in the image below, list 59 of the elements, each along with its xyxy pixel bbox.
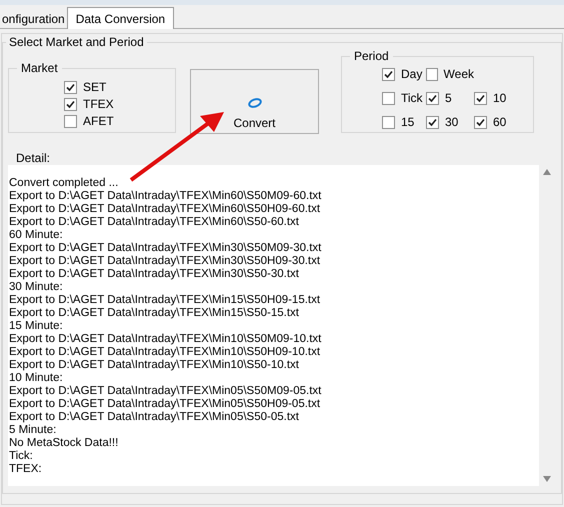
log-line: Export to D:\AGET Data\Intraday\TFEX\Min15\S50H09-15.txt	[9, 294, 320, 307]
detail-label: Detail:	[16, 151, 50, 165]
checkbox[interactable]	[474, 92, 487, 104]
checkmark-icon	[476, 94, 485, 102]
log-line: TFEX:	[9, 463, 42, 476]
checkbox-label: Tick	[401, 91, 423, 105]
checkbox-label: 15	[401, 115, 414, 129]
log-line: Export to D:\AGET Data\Intraday\TFEX\Min30\S50H09-30.txt	[9, 255, 320, 268]
checkbox-label: 10	[493, 91, 506, 105]
log-line: 15 Minute:	[9, 320, 63, 333]
checkbox[interactable]	[426, 68, 438, 80]
log-line: Export to D:\AGET Data\Intraday\TFEX\Min10\S50-10.txt	[9, 359, 299, 372]
checkbox[interactable]	[64, 98, 77, 110]
log-line: Export to D:\AGET Data\Intraday\TFEX\Min30\S50-30.txt	[9, 268, 299, 281]
log-line: 60 Minute:	[9, 229, 63, 242]
checkbox[interactable]	[474, 116, 487, 128]
log-line: Export to D:\AGET Data\Intraday\TFEX\Min30\S50M09-30.txt	[9, 242, 322, 255]
checkmark-icon	[428, 118, 437, 126]
log-line: Export to D:\AGET Data\Intraday\TFEX\Min60\S50-60.txt	[9, 216, 299, 229]
checkbox[interactable]	[382, 92, 395, 104]
checkbox[interactable]	[426, 92, 439, 104]
checkbox-label: SET	[83, 80, 106, 94]
checkbox-label: Day	[401, 67, 422, 81]
scroll-up-icon[interactable]	[543, 169, 551, 175]
checkbox-label: 5	[445, 91, 452, 105]
tab[interactable]: Data Conversion	[66, 7, 174, 29]
checkbox[interactable]	[382, 116, 395, 128]
checkbox-label: Week	[444, 67, 474, 81]
scroll-down-icon[interactable]	[543, 476, 551, 482]
log-line: 5 Minute:	[9, 424, 56, 437]
log-line: 30 Minute:	[9, 281, 63, 294]
checkmark-icon	[384, 70, 393, 78]
log-line: Export to D:\AGET Data\Intraday\TFEX\Min05\S50H09-05.txt	[9, 398, 320, 411]
log-line: No MetaStock Data!!!	[9, 437, 118, 450]
checkbox-label: 60	[493, 115, 506, 129]
log-line: Export to D:\AGET Data\Intraday\TFEX\Min10\S50H09-10.txt	[9, 346, 320, 359]
refresh-icon	[248, 98, 262, 108]
checkbox[interactable]	[64, 114, 77, 128]
checkbox[interactable]	[382, 68, 395, 80]
checkmark-icon	[476, 118, 485, 126]
log-line: Export to D:\AGET Data\Intraday\TFEX\Min60\S50M09-60.txt	[9, 190, 322, 203]
checkbox-label: TFEX	[83, 97, 114, 111]
log-line: Export to D:\AGET Data\Intraday\TFEX\Min10\S50M09-10.txt	[9, 333, 322, 346]
log-line: Export to D:\AGET Data\Intraday\TFEX\Min05\S50-05.txt	[9, 411, 299, 424]
log-line: Export to D:\AGET Data\Intraday\TFEX\Min15\S50-15.txt	[9, 307, 299, 320]
checkbox[interactable]	[64, 80, 77, 94]
checkbox-label: AFET	[83, 114, 114, 128]
checkbox[interactable]	[426, 116, 439, 128]
group-title: Period	[350, 49, 393, 63]
convert-button[interactable]: Convert	[190, 69, 319, 134]
log-line: Export to D:\AGET Data\Intraday\TFEX\Min05\S50M09-05.txt	[9, 385, 322, 398]
log-line: Export to D:\AGET Data\Intraday\TFEX\Min60\S50H09-60.txt	[9, 203, 320, 216]
group-title: Market	[17, 61, 62, 75]
log-line: 10 Minute:	[9, 372, 63, 385]
log-line: Convert completed ...	[9, 177, 118, 190]
log-line: Tick:	[9, 450, 33, 463]
checkmark-icon	[428, 94, 437, 102]
group-title: Select Market and Period	[6, 35, 147, 49]
checkbox-label: 30	[445, 115, 458, 129]
